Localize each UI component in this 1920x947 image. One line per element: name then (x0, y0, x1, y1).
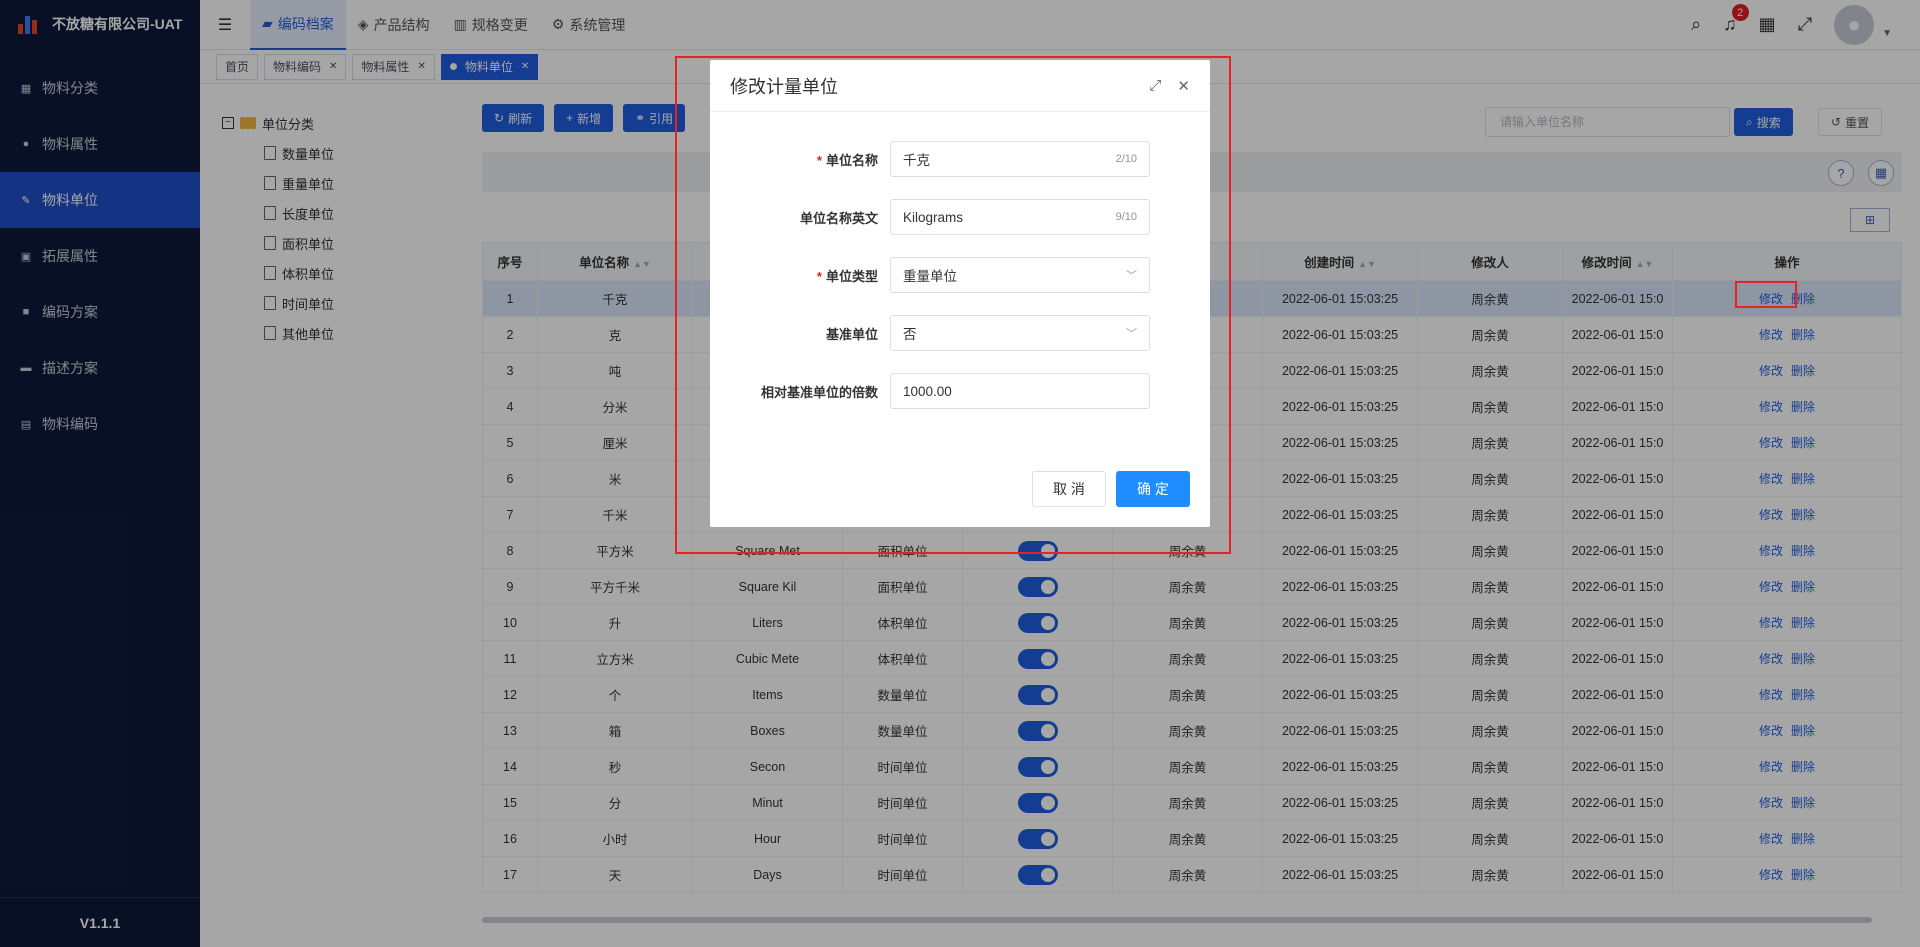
highlight-dialog-frame (675, 56, 1231, 554)
highlight-edit-frame (1735, 281, 1797, 308)
